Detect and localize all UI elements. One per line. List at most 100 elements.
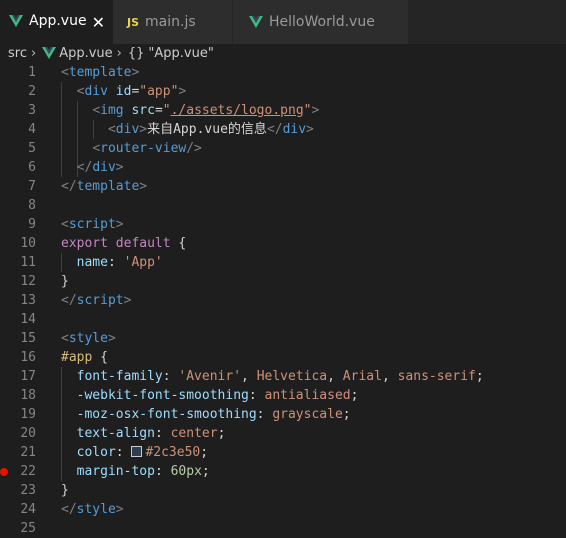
code-token: : xyxy=(162,369,179,384)
line-number: 11 xyxy=(20,255,36,270)
code-line[interactable]: 18 -webkit-font-smoothing: antialiased; xyxy=(0,386,566,405)
code-line[interactable]: 5 <router-view/> xyxy=(0,139,566,158)
code-text: text-align: center; xyxy=(61,424,226,443)
code-token: ; xyxy=(200,445,209,460)
code-token: , xyxy=(241,369,257,384)
code-token: ; xyxy=(342,407,351,422)
code-line[interactable]: 16 #app { xyxy=(0,348,566,367)
code-token: </ xyxy=(61,293,77,308)
chevron-right-icon: › xyxy=(30,45,37,61)
code-token: > xyxy=(107,331,116,346)
code-token: ; xyxy=(217,426,226,441)
code-line[interactable]: 23} xyxy=(0,481,566,500)
line-number: 22 xyxy=(20,464,36,479)
code-token: < xyxy=(92,141,101,156)
code-token: > xyxy=(311,103,320,118)
code-text: <img src="./assets/logo.png"> xyxy=(61,101,319,120)
breadcrumb-folder[interactable]: src xyxy=(8,46,27,61)
code-token: </ xyxy=(76,160,93,175)
line-number: 7 xyxy=(28,179,36,194)
code-line[interactable]: 4 <div>来自App.vue的信息</div> xyxy=(0,120,566,139)
code-text: </template> xyxy=(61,177,147,196)
code-line[interactable]: 1 <template> xyxy=(0,63,566,82)
code-token: grayscale xyxy=(272,407,343,422)
code-text: <style> xyxy=(61,329,116,348)
close-icon[interactable]: ✕ xyxy=(92,13,105,32)
code-token: < xyxy=(107,122,116,137)
code-token: color xyxy=(76,445,116,460)
braces-icon: {} xyxy=(127,45,145,61)
tab-main-js[interactable]: JS main.js xyxy=(113,0,233,44)
line-number: 8 xyxy=(28,198,36,213)
code-line[interactable]: 14 xyxy=(0,310,566,329)
code-line[interactable]: 20 text-align: center; xyxy=(0,424,566,443)
code-token: } xyxy=(61,274,69,289)
line-number: 3 xyxy=(28,103,36,118)
tab-app-vue[interactable]: App.vue ✕ xyxy=(0,0,113,44)
code-text: margin-top: 60px; xyxy=(61,462,210,481)
code-token: { xyxy=(92,350,108,365)
line-number: 9 xyxy=(28,217,36,232)
code-token: < xyxy=(92,103,101,118)
code-token: antialiased xyxy=(264,388,351,403)
code-text: export default { xyxy=(61,234,186,253)
code-text: -moz-osx-font-smoothing: grayscale; xyxy=(61,405,351,424)
code-token: div xyxy=(92,160,116,175)
code-line[interactable]: 6 </div> xyxy=(0,158,566,177)
line-number: 23 xyxy=(20,483,36,498)
vue-icon xyxy=(42,47,57,59)
code-token: script xyxy=(76,293,124,308)
line-number: 5 xyxy=(28,141,36,156)
code-line[interactable]: 13 </script> xyxy=(0,291,566,310)
code-token: > xyxy=(123,293,132,308)
breadcrumb: src › App.vue › {} "App.vue" xyxy=(0,44,566,62)
code-token: src xyxy=(131,103,155,118)
code-line[interactable]: 2 <div id="app"> xyxy=(0,82,566,101)
code-token: div xyxy=(84,84,108,99)
breadcrumb-file[interactable]: App.vue xyxy=(59,46,112,61)
code-token: center xyxy=(170,426,218,441)
code-line[interactable]: 11 name: 'App' xyxy=(0,253,566,272)
code-line[interactable]: 22 margin-top: 60px; xyxy=(0,462,566,481)
breadcrumb-symbol[interactable]: "App.vue" xyxy=(148,46,213,61)
line-number: 21 xyxy=(20,445,36,460)
line-number: 24 xyxy=(20,502,36,517)
code-line[interactable]: 15 <style> xyxy=(0,329,566,348)
code-token: ; xyxy=(201,464,210,479)
code-text: <template> xyxy=(61,63,139,82)
code-line[interactable]: 19 -moz-osx-font-smoothing: grayscale; xyxy=(0,405,566,424)
code-line[interactable]: 9 <script> xyxy=(0,215,566,234)
code-line[interactable]: 25 xyxy=(0,519,566,538)
code-line[interactable]: 10 export default { xyxy=(0,234,566,253)
code-token: "app" xyxy=(139,84,179,99)
code-token: 'App' xyxy=(123,255,163,270)
code-line[interactable]: 21 color: #2c3e50; xyxy=(0,443,566,462)
code-editor[interactable]: 1 <template> 2 <div id="app"> 3 <img src=".… xyxy=(0,63,566,536)
code-line[interactable]: 8 xyxy=(0,196,566,215)
line-number: 10 xyxy=(20,236,36,251)
tab-helloworld-vue[interactable]: HelloWorld.vue xyxy=(233,0,409,44)
code-token: img xyxy=(100,103,124,118)
code-token: : xyxy=(256,407,273,422)
code-token: ./assets/logo.png xyxy=(170,103,304,118)
line-number: 13 xyxy=(20,293,36,308)
code-line[interactable]: 12} xyxy=(0,272,566,291)
code-token: div xyxy=(115,122,140,137)
code-token: : xyxy=(107,255,124,270)
line-number: 19 xyxy=(20,407,36,422)
code-line[interactable]: 24 </style> xyxy=(0,500,566,519)
code-line[interactable]: 3 <img src="./assets/logo.png"> xyxy=(0,101,566,120)
code-line[interactable]: 17 font-family: 'Avenir', Helvetica, Ari… xyxy=(0,367,566,386)
code-line[interactable]: 7 </template> xyxy=(0,177,566,196)
color-swatch[interactable] xyxy=(131,446,143,457)
code-token: </ xyxy=(266,122,283,137)
tab-label: HelloWorld.vue xyxy=(269,14,375,30)
